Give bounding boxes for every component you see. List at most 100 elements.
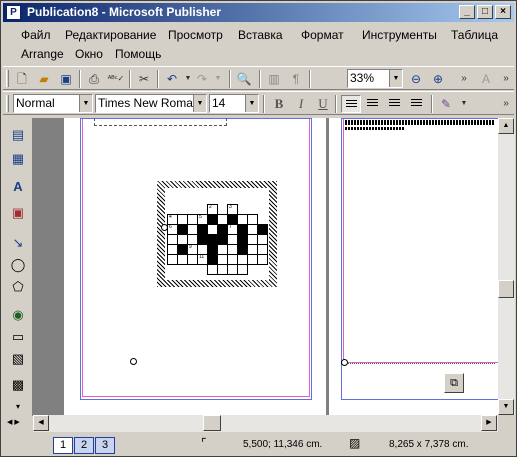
align-left-button[interactable] (341, 95, 361, 113)
separator (229, 70, 231, 88)
menu-help[interactable]: Помощь (115, 47, 161, 61)
document-workspace[interactable]: 2 3 4 5 6 7 9 11 ⧉ (33, 118, 498, 415)
underline-button[interactable]: U (313, 95, 333, 113)
text-frame[interactable] (94, 118, 227, 126)
design-gallery-icon[interactable]: ▩ (8, 376, 28, 394)
line-color-icon[interactable]: ✎ (437, 95, 455, 113)
selection-handle[interactable] (161, 224, 168, 231)
align-right-icon (389, 99, 400, 108)
page-left[interactable]: 2 3 4 5 6 7 9 11 (64, 118, 326, 415)
align-center-icon (367, 99, 378, 108)
menu-tools[interactable]: Инструменты (362, 28, 437, 42)
cut-icon[interactable]: ✂ (135, 70, 153, 88)
justify-button[interactable] (407, 95, 427, 113)
page-right[interactable]: ⧉ (329, 118, 498, 415)
menu-window[interactable]: Окно (75, 47, 103, 61)
align-right-button[interactable] (385, 95, 405, 113)
separator (157, 70, 159, 88)
print-icon[interactable]: ⎙ (85, 70, 103, 88)
selection-handle[interactable] (341, 359, 348, 366)
frame-boundary (345, 363, 495, 364)
chevron-down-icon[interactable]: ▼ (389, 70, 402, 87)
crossword-cell (237, 264, 248, 275)
page-tab-2[interactable]: 2 (74, 437, 94, 454)
columns-icon[interactable]: ▥ (265, 70, 283, 88)
new-icon[interactable]: 🗋 (13, 70, 31, 88)
wordart-icon[interactable]: A (8, 178, 28, 196)
chevron-down-icon[interactable]: ▾ (8, 398, 28, 416)
standard-toolbar: 🗋 ▰ ▣ ⎙ ᴬᴮᶜ✓ ✂ ↶ ▼ ↷ ▼ 🔍 ▥ ¶ 33% ▼ ⊖ ⊕ »… (3, 66, 514, 90)
separator (335, 95, 337, 113)
menu-table[interactable]: Таблица (451, 28, 498, 42)
text-box-icon[interactable]: ▤ (8, 126, 28, 144)
toolbar-grip[interactable] (6, 70, 9, 87)
format-painter-icon[interactable]: A (477, 70, 495, 88)
zoom-in-icon[interactable]: ⊕ (429, 70, 447, 88)
toolbar-grip[interactable] (6, 95, 9, 112)
html-fragment-icon[interactable]: ▧ (8, 350, 28, 368)
toolbar-options-icon[interactable]: » (455, 70, 473, 88)
size-readout: 8,265 x 7,378 cm. (389, 439, 469, 450)
align-center-button[interactable] (363, 95, 383, 113)
publisher-icon[interactable]: P (6, 5, 21, 20)
spelling-icon[interactable]: ᴬᴮᶜ✓ (107, 70, 125, 88)
justify-icon (411, 99, 422, 108)
horizontal-scrollbar[interactable]: ◀ ▶ (33, 415, 498, 432)
menu-insert[interactable]: Вставка (238, 28, 283, 42)
separator (259, 70, 261, 88)
menu-arrange[interactable]: Arrange (21, 47, 64, 61)
chevron-down-icon[interactable]: ▼ (245, 95, 258, 112)
chevron-down-icon[interactable]: ▼ (79, 95, 92, 112)
size-value: 14 (212, 96, 226, 110)
oval-icon[interactable]: ◯ (8, 256, 28, 274)
redo-dropdown-icon[interactable]: ▼ (209, 70, 227, 88)
scroll-down-icon[interactable]: ▼ (498, 399, 514, 415)
table-icon[interactable]: ▦ (8, 150, 28, 168)
scroll-left-icon[interactable]: ◀ (33, 415, 49, 431)
line-icon[interactable]: ↘ (8, 234, 28, 252)
size-combo[interactable]: 14 ▼ (209, 94, 259, 113)
zoom-page-icon[interactable]: 🔍 (235, 70, 253, 88)
close-icon[interactable]: × (495, 5, 511, 19)
menu-file[interactable]: Файл (21, 28, 51, 42)
toolbar-options-icon[interactable]: » (497, 95, 515, 113)
style-combo[interactable]: Normal ▼ (13, 94, 93, 113)
zoom-combo[interactable]: 33% ▼ (347, 69, 403, 88)
open-icon[interactable]: ▰ (35, 70, 53, 88)
menu-edit[interactable]: Редактирование (65, 28, 156, 42)
zoom-out-icon[interactable]: ⊖ (407, 70, 425, 88)
minimize-icon[interactable]: _ (459, 5, 475, 19)
window-title: Publication8 - Microsoft Publisher (27, 5, 222, 19)
menu-view[interactable]: Просмотр (168, 28, 223, 42)
shapes-icon[interactable]: ⬠ (8, 278, 28, 296)
crossword-frame[interactable]: 2 3 4 5 6 7 9 11 (157, 181, 277, 287)
save-icon[interactable]: ▣ (57, 70, 75, 88)
bold-button[interactable]: B (269, 95, 289, 113)
maximize-icon[interactable]: □ (477, 5, 493, 19)
vertical-scroll-thumb[interactable] (498, 280, 514, 298)
separator (309, 70, 311, 88)
pilcrow-icon[interactable]: ¶ (287, 70, 305, 88)
scroll-up-icon[interactable]: ▲ (498, 118, 514, 134)
crossword-grid: 2 3 4 5 6 7 9 11 (165, 188, 269, 280)
hot-spot-icon[interactable]: ◉ (8, 306, 28, 324)
picture-icon[interactable]: ▣ (8, 204, 28, 222)
page-boundary (341, 118, 498, 400)
vertical-scrollbar[interactable]: ▲ ▼ (498, 118, 515, 415)
italic-button[interactable]: I (291, 95, 311, 113)
separator (263, 95, 265, 113)
scroll-right-icon[interactable]: ▶ (481, 415, 497, 431)
toolbar-options-icon[interactable]: » (497, 70, 515, 88)
font-value: Times New Roman (98, 96, 200, 110)
chevron-down-icon[interactable]: ▼ (193, 95, 206, 112)
selection-handle[interactable] (130, 358, 137, 365)
menu-format[interactable]: Формат (301, 28, 344, 42)
form-control-icon[interactable]: ▭ (8, 328, 28, 346)
page-tab-3[interactable]: 3 (95, 437, 115, 454)
font-combo[interactable]: Times New Roman ▼ (95, 94, 207, 113)
horizontal-scroll-thumb[interactable] (203, 415, 221, 431)
autofit-icon[interactable]: ⧉ (444, 373, 464, 393)
chevron-down-icon[interactable]: ▼ (455, 95, 473, 113)
page-tab-1[interactable]: 1 (53, 437, 73, 454)
scroll-arrows-icon[interactable]: ◀ ▶ (7, 418, 20, 426)
